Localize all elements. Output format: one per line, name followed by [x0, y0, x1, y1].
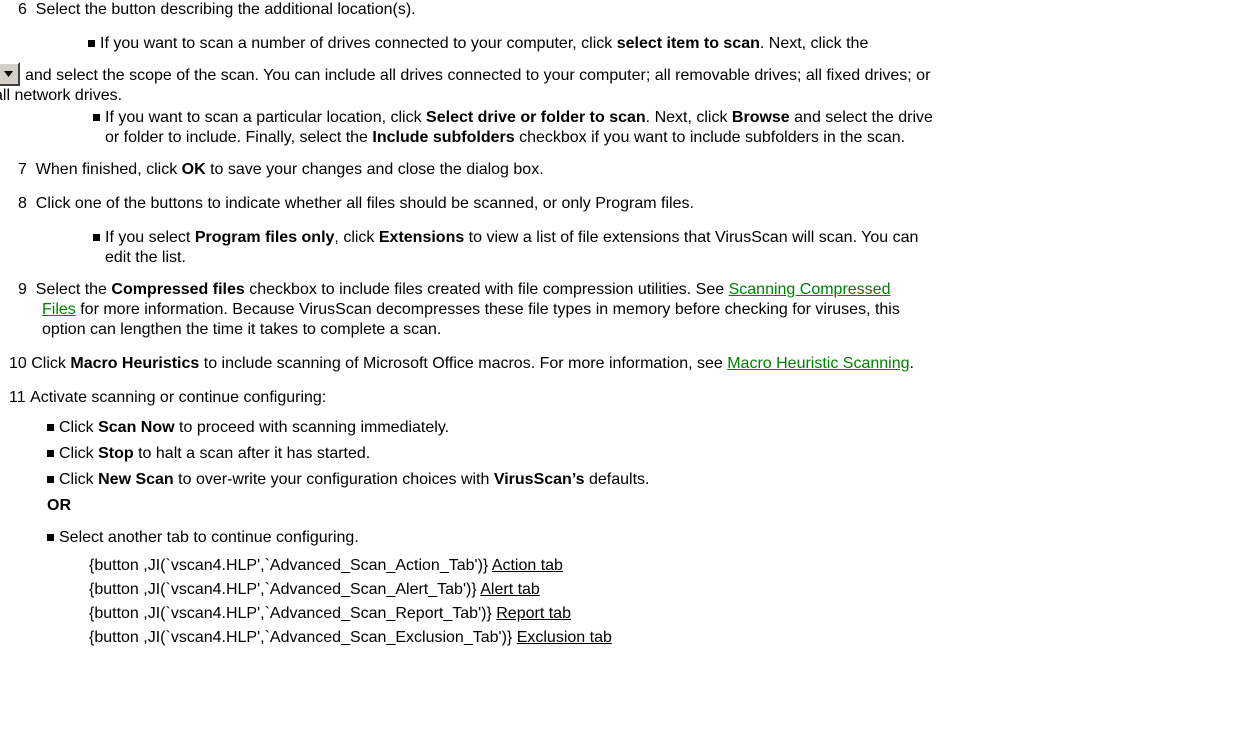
link-action-tab[interactable]: Action tab: [492, 557, 563, 574]
step-10: 10 Click Macro Heuristics to include sca…: [9, 355, 914, 372]
step-continuation: Files for more information. Because Viru…: [42, 301, 900, 318]
dropdown-arrow-icon[interactable]: [0, 62, 20, 86]
step-number: 11: [9, 389, 26, 406]
bullet-item: Click New Scan to over-write your config…: [47, 470, 650, 490]
step-number: 9: [18, 281, 27, 298]
bullet-item: Click Stop to halt a scan after it has s…: [47, 444, 370, 464]
macro-line-exclusion: {button ,JI(`vscan4.HLP',`Advanced_Scan_…: [89, 628, 612, 648]
link-scanning-compressed-files[interactable]: Scanning Compressed: [729, 281, 891, 298]
link-macro-heuristic-scanning[interactable]: Macro Heuristic Scanning: [727, 355, 909, 372]
macro-code: {button ,JI(`vscan4.HLP',`Advanced_Scan_…: [89, 629, 513, 646]
macro-line-report: {button ,JI(`vscan4.HLP',`Advanced_Scan_…: [89, 604, 571, 624]
macro-line-alert: {button ,JI(`vscan4.HLP',`Advanced_Scan_…: [89, 580, 540, 600]
step-6: 6 Select the button describing the addit…: [18, 0, 416, 20]
step-number: 10: [9, 355, 27, 372]
bullet-continuation: and select the scope of the scan. You ca…: [25, 67, 931, 84]
step-continuation: option can lengthen the time it takes to…: [42, 321, 442, 338]
macro-code: {button ,JI(`vscan4.HLP',`Advanced_Scan_…: [89, 557, 489, 574]
step-number: 8: [18, 195, 27, 212]
step-7: 7 When finished, click OK to save your c…: [18, 161, 544, 178]
bullet-icon: [47, 476, 54, 483]
bullet-icon: [93, 114, 100, 121]
bullet-icon: [47, 424, 54, 431]
link-report-tab[interactable]: Report tab: [496, 605, 571, 622]
bullet-icon: [47, 534, 54, 541]
bullet-icon: [88, 40, 95, 47]
bullet-item: If you want to scan a number of drives c…: [88, 34, 868, 54]
bullet-item: Click Scan Now to proceed with scanning …: [47, 418, 449, 438]
step-number: 7: [18, 161, 27, 178]
bullet-item: If you want to scan a particular locatio…: [93, 108, 933, 128]
bullet-icon: [47, 450, 54, 457]
macro-line-action: {button ,JI(`vscan4.HLP',`Advanced_Scan_…: [89, 556, 563, 576]
bullet-icon: [93, 234, 100, 241]
bullet-item: Select another tab to continue configuri…: [47, 528, 359, 548]
step-number: 6: [18, 1, 27, 18]
macro-code: {button ,JI(`vscan4.HLP',`Advanced_Scan_…: [89, 581, 477, 598]
step-8: 8 Click one of the buttons to indicate w…: [18, 195, 694, 212]
bullet-item: If you select Program files only, click …: [93, 228, 918, 248]
or-label: OR: [47, 497, 71, 514]
bullet-continuation: or folder to include. Finally, select th…: [105, 129, 906, 146]
bullet-continuation: all network drives.: [0, 87, 123, 104]
link-exclusion-tab[interactable]: Exclusion tab: [517, 629, 612, 646]
macro-code: {button ,JI(`vscan4.HLP',`Advanced_Scan_…: [89, 605, 492, 622]
step-9: 9 Select the Compressed files checkbox t…: [18, 281, 891, 298]
step-11: 11 Activate scanning or continue configu…: [9, 389, 327, 406]
step-text: Select the button describing the additio…: [35, 1, 416, 18]
link-scanning-compressed-files[interactable]: Files: [42, 301, 76, 318]
link-alert-tab[interactable]: Alert tab: [480, 581, 540, 598]
bullet-continuation: edit the list.: [105, 249, 186, 266]
